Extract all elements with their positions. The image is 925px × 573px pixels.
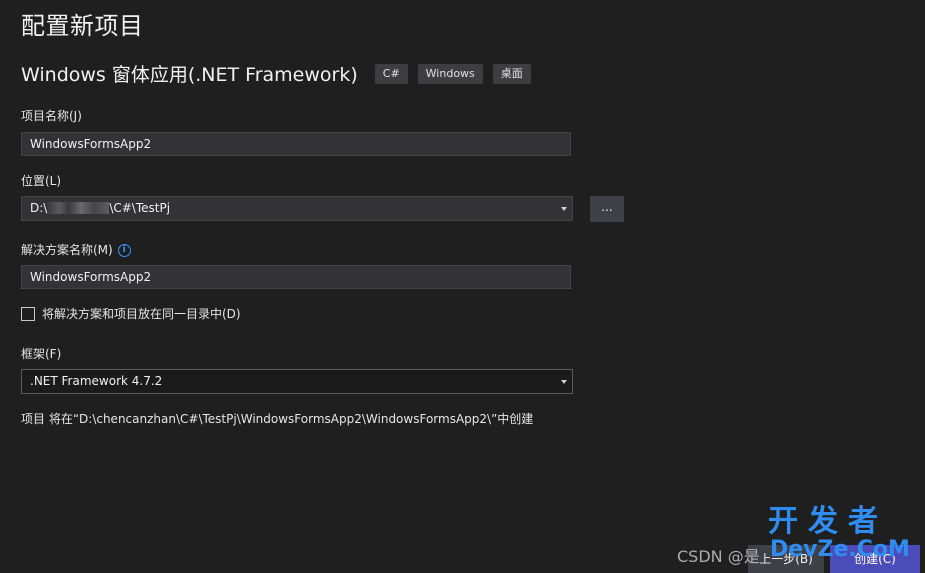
devze-watermark-top: 开发者: [768, 504, 888, 539]
location-label: 位置(L): [21, 174, 62, 188]
template-tags: C# Windows 桌面: [374, 63, 541, 84]
location-value-suffix: \C#\TestPj: [109, 201, 171, 215]
chevron-down-icon[interactable]: [561, 207, 567, 211]
info-icon[interactable]: i: [117, 244, 131, 257]
project-name-input[interactable]: [21, 132, 571, 156]
solution-name-input[interactable]: [21, 265, 571, 289]
location-combobox[interactable]: D:\ \C#\TestPj: [21, 196, 573, 221]
framework-label: 框架(F): [21, 347, 62, 361]
tag-project-type: 桌面: [492, 63, 531, 84]
tag-platform: Windows: [417, 63, 483, 84]
template-header: Windows 窗体应用(.NET Framework) C# Windows …: [21, 60, 541, 87]
chevron-down-icon[interactable]: [561, 380, 567, 384]
redacted-path-segment: [47, 201, 110, 214]
same-directory-label: 将解决方案和项目放在同一目录中(D): [42, 307, 241, 321]
framework-value: .NET Framework 4.7.2: [30, 374, 163, 388]
browse-button[interactable]: ...: [590, 196, 624, 222]
solution-name-label-row: 解决方案名称(M) i: [21, 241, 131, 258]
template-name: Windows 窗体应用(.NET Framework): [21, 64, 358, 86]
solution-name-label: 解决方案名称(M): [21, 243, 113, 257]
devze-watermark-bottom: DevZe.CoM: [770, 537, 910, 562]
csdn-watermark: CSDN @是: [677, 547, 760, 566]
project-path-summary: 项目 将在“D:\chencanzhan\C#\TestPj\WindowsFo…: [21, 412, 534, 426]
tag-language: C#: [374, 63, 408, 84]
framework-select[interactable]: .NET Framework 4.7.2: [21, 369, 573, 394]
page-title: 配置新项目: [21, 12, 144, 40]
configure-project-page: 配置新项目 Windows 窗体应用(.NET Framework) C# Wi…: [0, 0, 925, 573]
same-directory-checkbox[interactable]: [21, 306, 35, 321]
location-value-prefix: D:\: [30, 201, 48, 215]
same-directory-option[interactable]: 将解决方案和项目放在同一目录中(D): [21, 305, 241, 322]
project-name-label: 项目名称(J): [21, 109, 82, 123]
